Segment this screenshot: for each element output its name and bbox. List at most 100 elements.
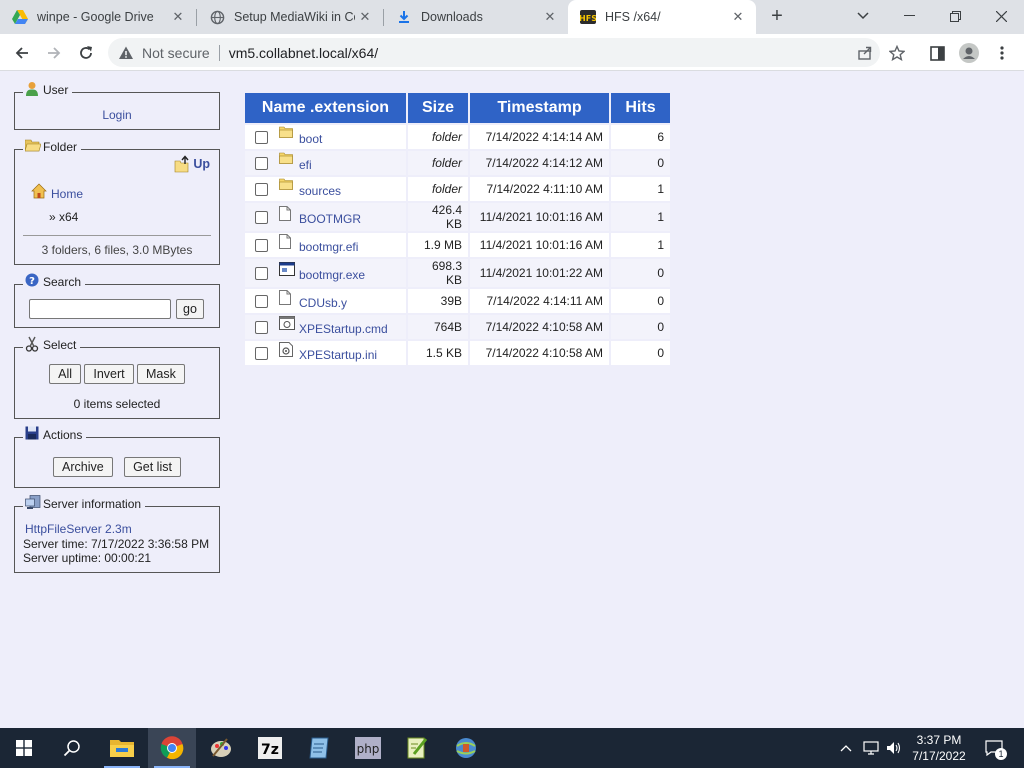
row-checkbox[interactable] (255, 294, 268, 308)
url-text[interactable]: vm5.collabnet.local/x64/ (229, 45, 378, 61)
security-label[interactable]: Not secure (142, 45, 210, 61)
tray-overflow-chevron-icon[interactable] (836, 728, 856, 768)
table-row[interactable]: bootmgr.efi 1.9 MB 11/4/2021 10:01:16 AM 1 (245, 233, 670, 257)
tab-mediawiki[interactable]: Setup MediaWiki in Co ✕ (197, 0, 383, 34)
file-link[interactable]: boot (299, 132, 322, 146)
close-tab-icon[interactable]: ✕ (168, 9, 188, 25)
bookmark-star-icon[interactable] (885, 41, 909, 65)
file-link[interactable]: efi (299, 158, 312, 172)
command-file-icon (279, 316, 295, 332)
chrome-menu-icon[interactable] (990, 41, 1014, 65)
column-timestamp-header[interactable]: Timestamp (470, 93, 609, 123)
file-link[interactable]: bootmgr.exe (299, 268, 365, 282)
row-checkbox[interactable] (255, 346, 268, 360)
timestamp-cell: 7/14/2022 4:11:10 AM (470, 177, 609, 201)
table-row[interactable]: boot folder 7/14/2022 4:14:14 AM 6 (245, 125, 670, 149)
file-explorer-icon[interactable] (98, 728, 146, 768)
table-row[interactable]: efi folder 7/14/2022 4:14:12 AM 0 (245, 151, 670, 175)
file-link[interactable]: XPEStartup.ini (299, 348, 377, 362)
column-name-header[interactable]: Name .extension (245, 93, 406, 123)
table-row[interactable]: XPEStartup.cmd 764B 7/14/2022 4:10:58 AM 0 (245, 315, 670, 339)
current-folder[interactable]: » x64 (49, 210, 78, 224)
file-link[interactable]: sources (299, 184, 341, 198)
profile-avatar-icon[interactable] (957, 41, 981, 65)
save-disk-icon (25, 426, 41, 442)
close-tab-icon[interactable]: ✕ (540, 9, 560, 25)
row-checkbox[interactable] (255, 266, 268, 280)
network-icon[interactable] (860, 728, 882, 768)
login-link[interactable]: Login (102, 108, 131, 122)
mask-button[interactable]: Mask (136, 364, 185, 384)
close-window-button[interactable] (978, 0, 1024, 32)
address-bar[interactable]: Not secure vm5.collabnet.local/x64/ (108, 38, 880, 67)
search-input[interactable] (29, 299, 171, 319)
7zip-icon[interactable]: 7z (246, 728, 294, 768)
restore-button[interactable] (932, 0, 978, 32)
name-cell: efi (245, 151, 406, 175)
taskbar-clock[interactable]: 3:37 PM 7/17/2022 (900, 732, 978, 764)
go-button[interactable]: go (176, 299, 204, 319)
warning-triangle-icon[interactable] (118, 45, 134, 61)
notification-count-badge: 1 (995, 748, 1007, 760)
row-checkbox[interactable] (255, 130, 268, 144)
file-link[interactable]: bootmgr.efi (299, 240, 358, 254)
file-link[interactable]: XPEStartup.cmd (299, 322, 388, 336)
notification-icon: 1 (985, 740, 1007, 760)
table-row[interactable]: sources folder 7/14/2022 4:11:10 AM 1 (245, 177, 670, 201)
hfs-icon: HFS (580, 9, 596, 25)
close-tab-icon[interactable]: ✕ (728, 9, 748, 25)
chrome-icon[interactable] (148, 728, 196, 768)
new-tab-button[interactable]: + (765, 5, 789, 29)
file-link[interactable]: CDUsb.y (299, 296, 347, 310)
table-row[interactable]: bootmgr.exe 698.3 KB 11/4/2021 10:01:22 AM… (245, 259, 670, 287)
table-row[interactable]: CDUsb.y 39B 7/14/2022 4:14:11 AM 0 (245, 289, 670, 313)
notepadpp-icon[interactable] (393, 728, 441, 768)
row-checkbox[interactable] (255, 238, 268, 252)
file-link[interactable]: BOOTMGR (299, 212, 361, 226)
invert-selection-button[interactable]: Invert (84, 364, 134, 384)
tab-hfs-active[interactable]: HFS HFS /x64/ ✕ (568, 0, 756, 34)
column-size-header[interactable]: Size (408, 93, 468, 123)
server-legend: Server information (23, 495, 146, 511)
row-checkbox[interactable] (255, 320, 268, 334)
search-icon[interactable] (48, 728, 96, 768)
tab-google-drive[interactable]: winpe - Google Drive ✕ (0, 0, 196, 34)
column-hits-header[interactable]: Hits (611, 93, 670, 123)
table-row[interactable]: XPEStartup.ini 1.5 KB 7/14/2022 4:10:58 AM… (245, 341, 670, 365)
size-cell: 698.3 KB (408, 259, 468, 287)
row-checkbox[interactable] (255, 210, 268, 224)
minimize-button[interactable] (886, 0, 932, 32)
up-link[interactable]: Up (193, 157, 210, 171)
back-button[interactable] (9, 40, 35, 66)
hfs-app-icon[interactable] (442, 728, 490, 768)
php-icon[interactable]: php (344, 728, 392, 768)
share-icon[interactable] (853, 41, 877, 65)
select-all-button[interactable]: All (49, 364, 82, 384)
hfs-version-link[interactable]: HttpFileServer 2.3m (25, 522, 132, 536)
tab-search-chevron-icon[interactable] (840, 0, 886, 32)
size-cell: 1.9 MB (408, 233, 468, 257)
paint-icon[interactable] (197, 728, 245, 768)
folder-divider (23, 235, 211, 236)
windows-start-button[interactable] (0, 728, 48, 768)
table-row[interactable]: BOOTMGR 426.4 KB 11/4/2021 10:01:16 AM 1 (245, 203, 670, 231)
clock-time: 3:37 PM (916, 733, 962, 747)
globe-icon (209, 9, 225, 25)
up-link-container[interactable]: Up (174, 155, 210, 173)
name-cell: boot (245, 125, 406, 149)
close-tab-icon[interactable]: ✕ (355, 9, 375, 25)
notepad-icon[interactable] (295, 728, 343, 768)
scissors-icon (25, 336, 41, 352)
row-checkbox[interactable] (255, 182, 268, 196)
get-list-button[interactable]: Get list (124, 457, 181, 477)
home-link-container[interactable]: Home (31, 181, 83, 201)
home-link[interactable]: Home (51, 187, 83, 201)
reload-button[interactable] (73, 40, 99, 66)
side-panel-icon[interactable] (925, 41, 949, 65)
row-checkbox[interactable] (255, 156, 268, 170)
forward-button[interactable] (41, 40, 67, 66)
tab-downloads[interactable]: Downloads ✕ (384, 0, 568, 34)
hits-cell: 0 (611, 341, 670, 365)
notifications-button[interactable]: 1 (980, 728, 1008, 768)
archive-button[interactable]: Archive (53, 457, 113, 477)
